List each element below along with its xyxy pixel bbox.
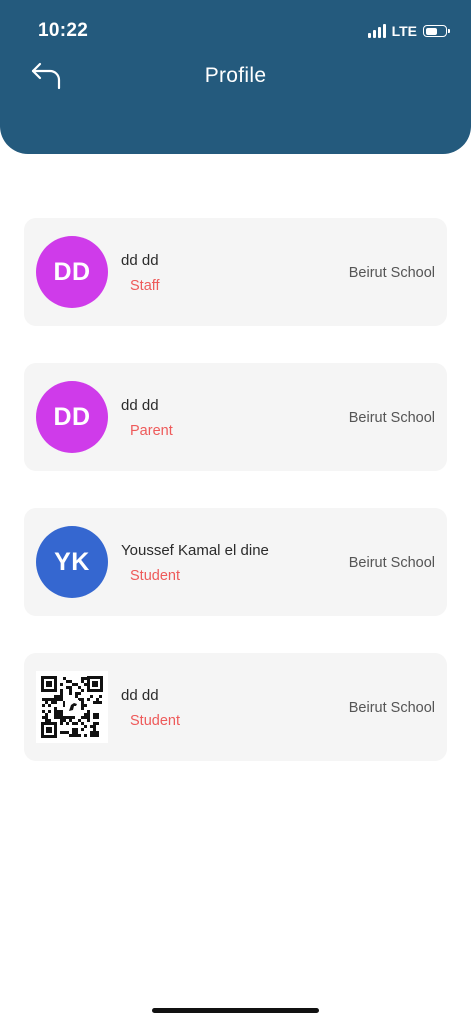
status-icons: LTE: [367, 21, 450, 41]
profile-school: Beirut School: [348, 555, 435, 571]
page-title: Profile: [204, 64, 267, 87]
profile-school: Beirut School: [348, 410, 435, 426]
profile-card[interactable]: DD dd dd Staff Beirut School: [24, 218, 447, 326]
profile-name: dd dd: [121, 687, 159, 704]
profile-name: dd dd: [121, 252, 159, 269]
battery-icon: [423, 25, 450, 37]
profile-role: Parent: [130, 423, 173, 439]
profile-card[interactable]: dd dd Student Beirut School: [24, 653, 447, 761]
avatar: YK: [36, 526, 108, 598]
profile-name: Youssef Kamal el dine: [121, 542, 269, 559]
home-indicator[interactable]: [152, 1008, 319, 1013]
profile-list: DD dd dd Staff Beirut School DD dd dd Pa…: [24, 218, 447, 798]
profile-role: Student: [130, 713, 180, 729]
profile-card[interactable]: DD dd dd Parent Beirut School: [24, 363, 447, 471]
profile-school: Beirut School: [348, 265, 435, 281]
qr-code-icon: [36, 671, 108, 743]
profile-role: Student: [130, 568, 180, 584]
avatar: DD: [36, 236, 108, 308]
profile-card[interactable]: YK Youssef Kamal el dine Student Beirut …: [24, 508, 447, 616]
avatar: DD: [36, 381, 108, 453]
profile-school: Beirut School: [348, 700, 435, 716]
status-time: 10:22: [38, 20, 89, 41]
profile-name: dd dd: [121, 397, 159, 414]
profile-role: Staff: [130, 278, 160, 294]
signal-icon: [367, 24, 386, 38]
network-label: LTE: [391, 23, 417, 39]
app-header: 10:22 LTE Profile: [0, 0, 471, 154]
